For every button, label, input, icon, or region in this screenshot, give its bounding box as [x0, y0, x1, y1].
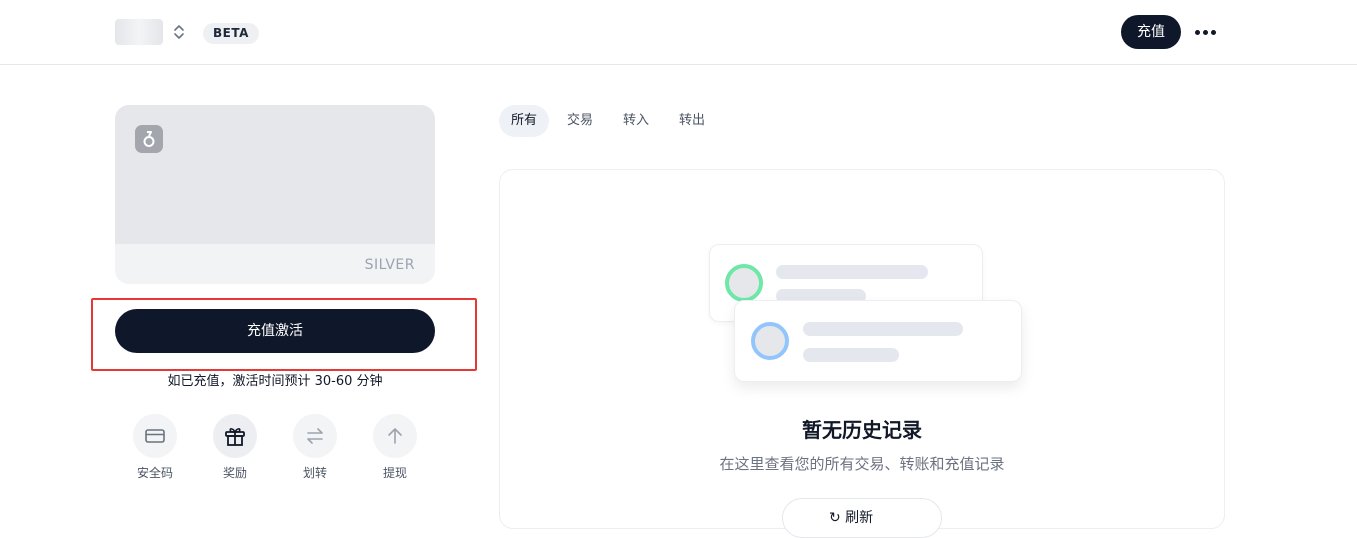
topup-button[interactable]: 充值: [1121, 15, 1181, 49]
empty-state-title: 暂无历史记录: [802, 418, 922, 442]
more-options-icon[interactable]: [1193, 22, 1217, 42]
tab-transfer-in[interactable]: 转入: [611, 105, 661, 137]
beta-badge: BETA: [203, 23, 259, 44]
history-tabs: 所有 交易 转入 转出: [499, 105, 717, 137]
account-logo[interactable]: [115, 19, 163, 45]
rewards-action[interactable]: 奖励: [205, 414, 265, 481]
refresh-button[interactable]: ↻ 刷新: [782, 498, 942, 538]
arrow-up-icon: [388, 428, 402, 444]
empty-state-description: 在这里查看您的所有交易、转账和充值记录: [719, 455, 1005, 473]
action-circle: [373, 414, 417, 458]
virtual-card: SILVER: [115, 105, 435, 284]
quick-actions: 安全码 奖励 划转 提现: [115, 414, 435, 484]
action-circle: [293, 414, 337, 458]
refresh-button-label: ↻ 刷新: [829, 510, 874, 526]
card-tier-label: SILVER: [364, 257, 415, 273]
tab-trades[interactable]: 交易: [555, 105, 605, 137]
activation-note: 如已充值，激活时间预计 30-60 分钟: [167, 374, 383, 389]
security-code-action[interactable]: 安全码: [125, 414, 185, 481]
placeholder-line: [803, 348, 899, 362]
action-circle: [213, 414, 257, 458]
action-label: 奖励: [222, 466, 247, 480]
transfer-icon: [307, 428, 323, 444]
withdraw-action[interactable]: 提现: [365, 414, 425, 481]
transfer-action[interactable]: 划转: [285, 414, 345, 481]
gift-icon: [225, 428, 245, 446]
activate-button[interactable]: 充值激活: [115, 309, 435, 353]
action-label: 划转: [302, 466, 327, 480]
switch-account-icon[interactable]: [172, 23, 186, 41]
action-circle: [133, 414, 177, 458]
placeholder-avatar-icon: [751, 322, 789, 360]
card-face: [115, 105, 435, 244]
card-icon: [145, 429, 165, 443]
tab-transfer-out[interactable]: 转出: [667, 105, 717, 137]
tab-all[interactable]: 所有: [499, 105, 550, 137]
action-label: 提现: [382, 466, 407, 480]
card-brand-icon: [135, 125, 163, 153]
top-bar: BETA 充值: [0, 0, 1357, 65]
empty-illustration-front-card: [734, 300, 1022, 382]
placeholder-line: [803, 322, 963, 336]
action-label: 安全码: [136, 466, 173, 480]
placeholder-avatar-icon: [725, 264, 763, 302]
placeholder-line: [776, 265, 928, 279]
